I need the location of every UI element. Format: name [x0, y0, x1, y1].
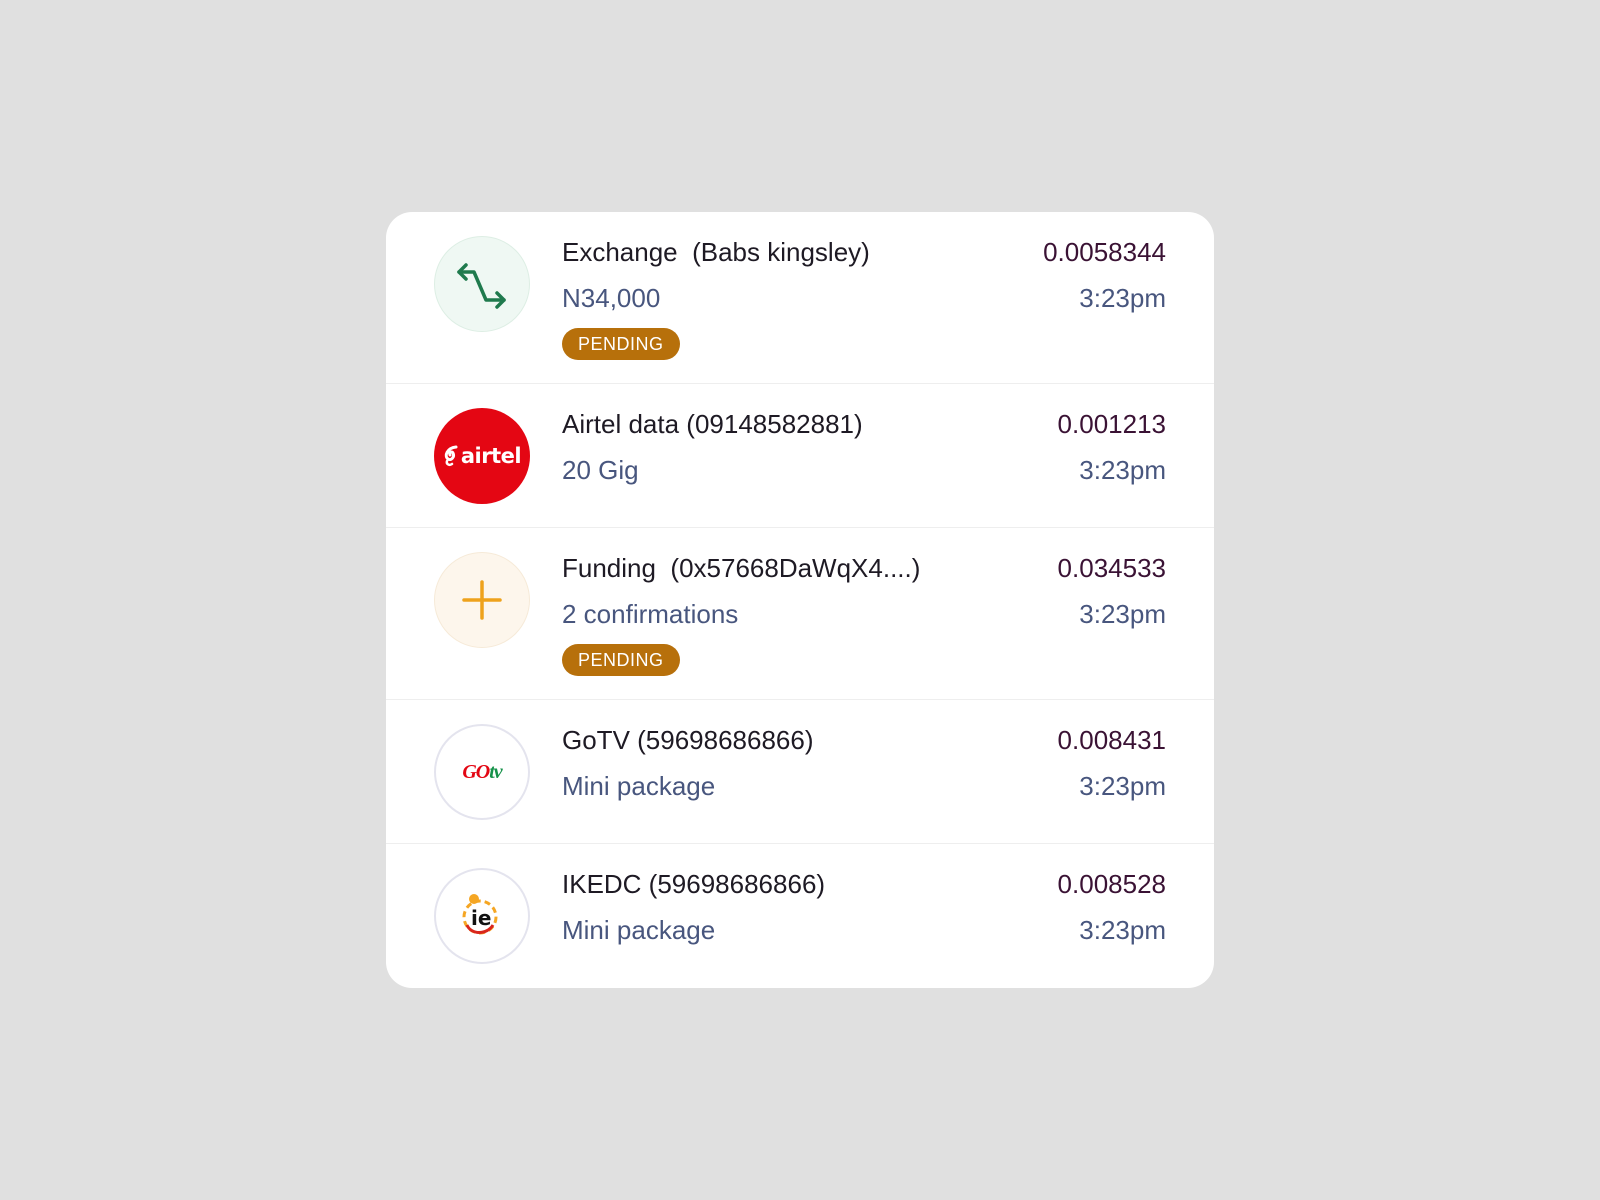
transaction-row-gotv[interactable]: GO tv GoTV (59698686866) Mini package 0.… — [386, 700, 1214, 844]
transaction-amount: 0.001213 — [1057, 409, 1166, 439]
transaction-row-exchange[interactable]: Exchange (Babs kingsley) N34,000 0.00583… — [386, 212, 1214, 384]
transaction-title: GoTV (59698686866) — [562, 725, 814, 755]
transaction-subtitle: 2 confirmations — [562, 599, 739, 629]
transaction-row-ikedc[interactable]: ie IKEDC (59698686866) Mini package 0.00… — [386, 844, 1214, 988]
transaction-subtitle: N34,000 — [562, 283, 661, 313]
transaction-title: Exchange (Babs kingsley) — [562, 237, 870, 267]
transaction-subtitle: Mini package — [562, 915, 716, 945]
airtel-swirl-icon — [444, 445, 458, 467]
transaction-title: Funding (0x57668DaWqX4....) — [562, 553, 921, 583]
airtel-logo-text: airtel — [460, 444, 522, 468]
transaction-subtitle: Mini package — [562, 771, 716, 801]
gotv-logo-tv: tv — [489, 760, 502, 783]
transaction-time: 3:23pm — [1079, 455, 1166, 485]
gotv-logo: GO tv — [434, 724, 530, 820]
exchange-arrows-icon — [434, 236, 530, 332]
ikeja-electric-logo: ie — [434, 868, 530, 964]
transaction-row-airtel[interactable]: airtel Airtel data (09148582881) 20 Gig … — [386, 384, 1214, 528]
transaction-title: IKEDC (59698686866) — [562, 869, 826, 899]
transaction-subtitle: 20 Gig — [562, 455, 639, 485]
transaction-time: 3:23pm — [1079, 599, 1166, 629]
transaction-title: Airtel data (09148582881) — [562, 409, 863, 439]
airtel-logo: airtel — [434, 408, 530, 504]
pending-badge: PENDING — [562, 328, 680, 360]
gotv-logo-go: GO — [462, 760, 490, 783]
transaction-time: 3:23pm — [1079, 915, 1166, 945]
transaction-amount: 0.008528 — [1057, 869, 1166, 899]
ikeja-logo-text: ie — [471, 906, 491, 930]
transaction-time: 3:23pm — [1079, 771, 1166, 801]
transaction-time: 3:23pm — [1079, 283, 1166, 313]
transaction-amount: 0.008431 — [1057, 725, 1166, 755]
transaction-row-funding[interactable]: Funding (0x57668DaWqX4....) 2 confirmati… — [386, 528, 1214, 700]
transactions-card: Exchange (Babs kingsley) N34,000 0.00583… — [386, 212, 1214, 988]
pending-badge: PENDING — [562, 644, 680, 676]
transaction-amount: 0.0058344 — [1043, 237, 1166, 267]
transaction-amount: 0.034533 — [1057, 553, 1166, 583]
plus-icon — [434, 552, 530, 648]
